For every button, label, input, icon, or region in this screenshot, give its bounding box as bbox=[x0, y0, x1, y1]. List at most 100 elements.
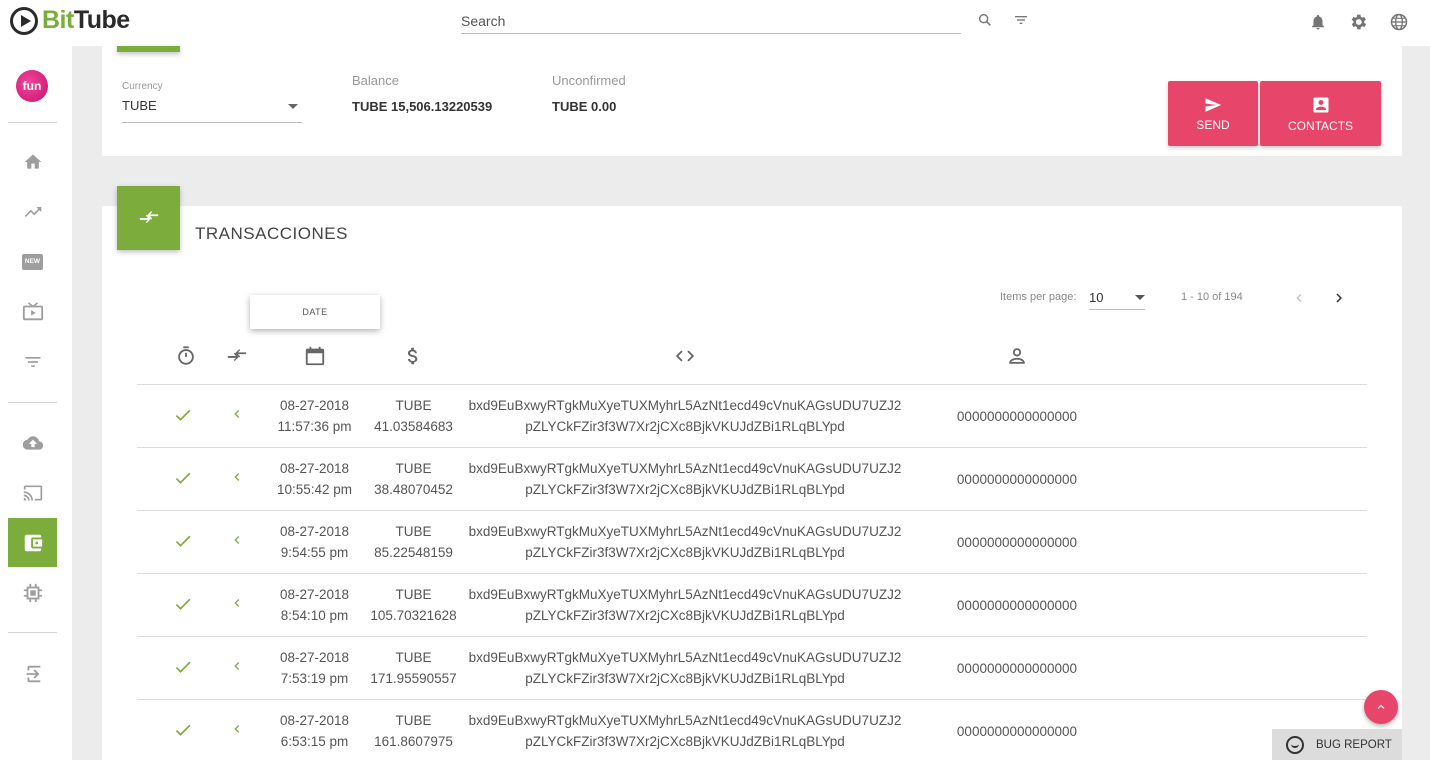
wallet-summary-card: Currency TUBE Balance TUBE 15,506.132205… bbox=[102, 46, 1402, 156]
swap-icon[interactable] bbox=[225, 345, 249, 367]
sidebar-item-home[interactable] bbox=[8, 137, 57, 186]
play-logo-icon bbox=[10, 6, 38, 35]
chevron-left-icon bbox=[1296, 294, 1302, 302]
confirmed-check-icon bbox=[173, 405, 193, 431]
table-row[interactable]: 08-27-2018 8:54:10 pm TUBE 105.70321628 bxd9… bbox=[137, 574, 1367, 637]
send-icon bbox=[1205, 97, 1222, 112]
table-row[interactable]: 08-27-2018 6:53:15 pm TUBE 161.8607975 bxd9E… bbox=[137, 700, 1367, 760]
tx-payment-id: 0000000000000000 bbox=[956, 724, 1078, 739]
tx-date: 08-27-2018 7:53:19 pm bbox=[279, 650, 350, 686]
tx-amount: TUBE 171.95590557 bbox=[370, 650, 457, 686]
tx-date: 08-27-2018 10:55:42 pm bbox=[276, 461, 353, 497]
sidebar-divider bbox=[8, 632, 57, 633]
tx-payment-id: 0000000000000000 bbox=[956, 661, 1078, 676]
dropdown-caret-icon bbox=[288, 104, 298, 109]
calendar-icon[interactable] bbox=[304, 345, 326, 367]
currency-label: Currency bbox=[122, 81, 163, 92]
sidebar-item-upload[interactable] bbox=[8, 418, 57, 467]
scroll-to-top-button[interactable] bbox=[1364, 690, 1398, 724]
logo-text: BitTube bbox=[42, 6, 130, 34]
items-per-page-label: Items per page: bbox=[1000, 291, 1077, 303]
top-bar: BitTube bbox=[0, 0, 1430, 46]
previous-page-button[interactable] bbox=[1287, 286, 1311, 310]
sidebar-item-mining[interactable] bbox=[8, 568, 57, 617]
confirmed-check-icon bbox=[173, 531, 193, 557]
items-per-page-select[interactable]: 10 bbox=[1089, 286, 1145, 310]
tx-address[interactable]: bxd9EuBxwyRTgkMuXyeTUXMyhrL5AzNt1ecd49cV… bbox=[467, 584, 903, 626]
tx-date: 08-27-2018 6:53:15 pm bbox=[279, 713, 350, 749]
incoming-arrow-icon bbox=[229, 406, 245, 428]
sidebar: fun NEW bbox=[0, 46, 72, 760]
dropdown-caret-icon bbox=[1135, 295, 1145, 300]
pagination-range: 1 - 10 of 194 bbox=[1181, 291, 1243, 303]
unconfirmed-label: Unconfirmed bbox=[552, 73, 626, 88]
contacts-button[interactable]: CONTACTS bbox=[1260, 81, 1381, 146]
table-row[interactable]: 08-27-2018 10:55:42 pm TUBE 38.48070452 bxd9… bbox=[137, 448, 1367, 511]
search-icon[interactable] bbox=[977, 12, 993, 28]
tx-date: 08-27-2018 11:57:36 pm bbox=[277, 398, 352, 434]
search-input[interactable] bbox=[461, 10, 961, 32]
swap-icon bbox=[139, 211, 158, 224]
balance-value: TUBE 15,506.13220539 bbox=[352, 99, 493, 114]
tx-amount: TUBE 105.70321628 bbox=[370, 587, 457, 623]
tx-payment-id: 0000000000000000 bbox=[956, 472, 1078, 487]
bug-report-button[interactable]: BUG REPORT bbox=[1272, 729, 1402, 760]
tv-icon bbox=[22, 301, 43, 320]
chip-icon bbox=[23, 583, 42, 602]
globe-icon[interactable] bbox=[1389, 12, 1409, 32]
home-icon bbox=[24, 154, 41, 169]
confirmed-check-icon bbox=[173, 468, 193, 494]
tx-payment-id: 0000000000000000 bbox=[956, 598, 1078, 613]
sidebar-item-new[interactable]: NEW bbox=[8, 237, 57, 286]
confirmed-check-icon bbox=[173, 594, 193, 620]
transactions-card: TRANSACCIONES DATE Items per page: 10 1 … bbox=[102, 186, 1402, 760]
tx-amount: TUBE 85.22548159 bbox=[374, 524, 453, 560]
bittube-logo[interactable]: BitTube bbox=[10, 6, 130, 35]
gear-icon[interactable] bbox=[1348, 12, 1368, 32]
tx-amount: TUBE 161.8607975 bbox=[374, 713, 453, 749]
sidebar-item-wallet[interactable] bbox=[8, 518, 57, 567]
sidebar-item-logout[interactable] bbox=[8, 649, 57, 698]
new-badge-icon: NEW bbox=[22, 253, 43, 270]
confirmed-check-icon bbox=[173, 720, 193, 746]
sidebar-item-filter[interactable] bbox=[8, 337, 57, 386]
tx-address[interactable]: bxd9EuBxwyRTgkMuXyeTUXMyhrL5AzNt1ecd49cV… bbox=[467, 395, 903, 437]
tx-payment-id: 0000000000000000 bbox=[956, 409, 1078, 424]
chevron-up-icon bbox=[1377, 704, 1385, 709]
send-button[interactable]: SEND bbox=[1168, 81, 1258, 146]
currency-select[interactable]: TUBE bbox=[122, 98, 302, 123]
cloud-upload-icon bbox=[22, 435, 43, 450]
date-tooltip: DATE bbox=[250, 295, 380, 329]
incoming-arrow-icon bbox=[229, 721, 245, 743]
sidebar-item-cast[interactable] bbox=[8, 468, 57, 517]
unconfirmed-value: TUBE 0.00 bbox=[552, 99, 617, 114]
next-page-button[interactable] bbox=[1327, 286, 1351, 310]
contacts-icon bbox=[1313, 97, 1328, 112]
table-header bbox=[137, 341, 1367, 385]
tx-amount: TUBE 38.48070452 bbox=[374, 461, 453, 497]
incoming-arrow-icon bbox=[229, 595, 245, 617]
tx-date: 08-27-2018 8:54:10 pm bbox=[279, 587, 350, 623]
table-row[interactable]: 08-27-2018 7:53:19 pm TUBE 171.95590557 bxd9… bbox=[137, 637, 1367, 700]
tx-address[interactable]: bxd9EuBxwyRTgkMuXyeTUXMyhrL5AzNt1ecd49cV… bbox=[467, 647, 903, 689]
tx-address[interactable]: bxd9EuBxwyRTgkMuXyeTUXMyhrL5AzNt1ecd49cV… bbox=[467, 521, 903, 563]
incoming-arrow-icon bbox=[229, 658, 245, 680]
table-row[interactable]: 08-27-2018 11:57:36 pm TUBE 41.03584683 bxd9… bbox=[137, 385, 1367, 448]
filter-icon[interactable] bbox=[1013, 12, 1029, 28]
bell-icon[interactable] bbox=[1309, 12, 1327, 32]
avatar[interactable]: fun bbox=[16, 70, 48, 102]
sidebar-item-subscriptions[interactable] bbox=[8, 287, 57, 336]
search-bar bbox=[461, 10, 961, 34]
incoming-arrow-icon bbox=[229, 532, 245, 554]
table-row[interactable]: 08-27-2018 9:54:55 pm TUBE 85.22548159 bxd9E… bbox=[137, 511, 1367, 574]
tx-address[interactable]: bxd9EuBxwyRTgkMuXyeTUXMyhrL5AzNt1ecd49cV… bbox=[467, 710, 903, 752]
tx-address[interactable]: bxd9EuBxwyRTgkMuXyeTUXMyhrL5AzNt1ecd49cV… bbox=[467, 458, 903, 500]
tx-date: 08-27-2018 9:54:55 pm bbox=[279, 524, 350, 560]
person-icon[interactable] bbox=[1006, 345, 1028, 367]
sidebar-item-trending[interactable] bbox=[8, 187, 57, 236]
timer-icon[interactable] bbox=[175, 345, 197, 367]
card-header-tab bbox=[117, 46, 180, 52]
transactions-title: TRANSACCIONES bbox=[195, 224, 348, 243]
code-icon[interactable] bbox=[674, 345, 696, 367]
dollar-icon[interactable] bbox=[402, 345, 424, 367]
